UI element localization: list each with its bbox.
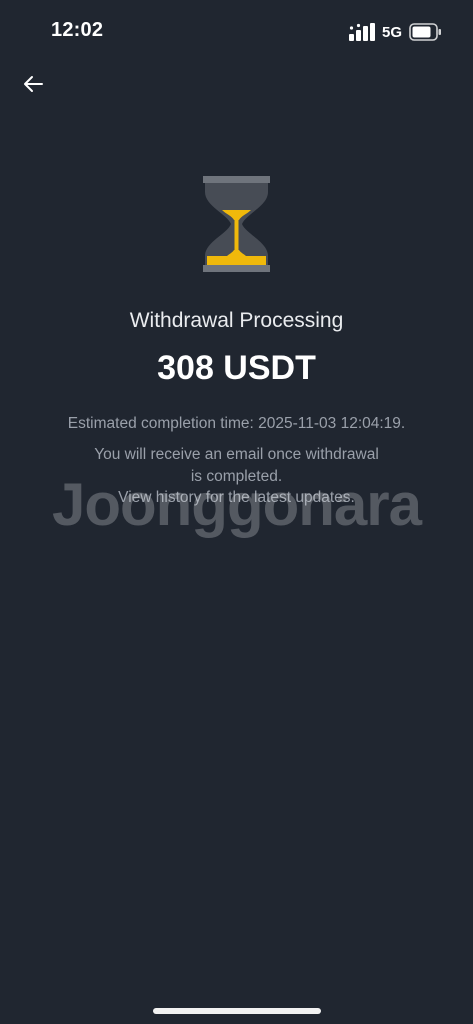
status-bar: 12:02 5G — [0, 0, 473, 64]
status-title: Withdrawal Processing — [129, 309, 344, 332]
withdrawal-amount: 308 USDT — [157, 349, 316, 387]
battery-icon — [409, 23, 441, 41]
home-indicator[interactable] — [153, 1008, 321, 1014]
back-button[interactable] — [16, 68, 50, 100]
info-line-2: is completed. — [190, 467, 283, 485]
info-line-3: View history for the latest updates. — [118, 489, 355, 506]
network-label: 5G — [381, 23, 402, 41]
status-time: 12:02 — [51, 19, 104, 41]
status-icons: 5G — [348, 22, 442, 42]
hourglass-icon — [203, 176, 270, 272]
signal-icon — [348, 23, 375, 41]
arrow-left-icon — [24, 76, 43, 92]
withdrawal-info-text: You will receive an email once withdrawa… — [70, 444, 403, 509]
withdrawal-screen: 12:02 5G Withdrawal Processing 308 USDT … — [0, 0, 473, 1024]
estimated-completion-time: Estimated completion time: 2025-11-03 12… — [67, 415, 406, 432]
info-line-1: You will receive an email once withdrawa… — [94, 446, 379, 463]
